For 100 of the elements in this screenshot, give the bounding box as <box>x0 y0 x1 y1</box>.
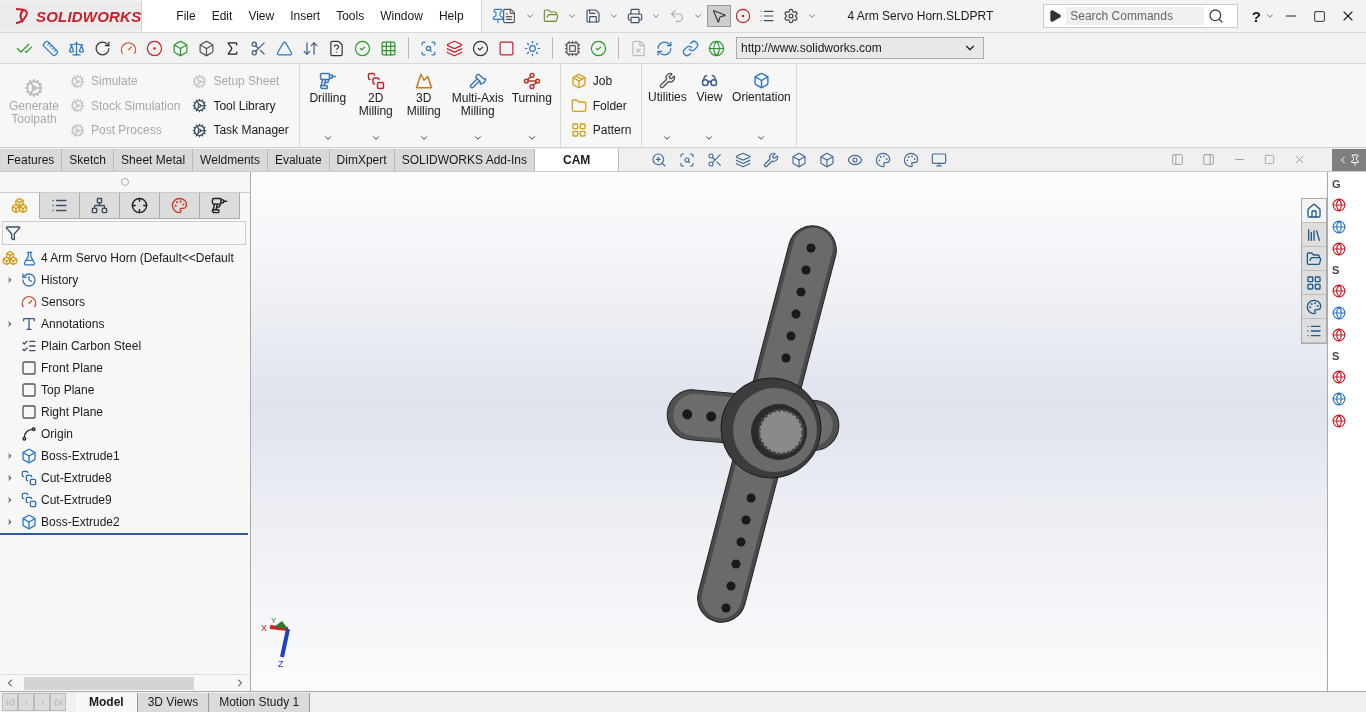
glasses-icon <box>700 72 718 89</box>
operation-button[interactable]: 3D Milling <box>399 68 448 143</box>
menu-item[interactable]: Help <box>430 9 472 23</box>
operation-button[interactable]: Multi-Axis Milling <box>447 68 508 143</box>
gauge-icon <box>21 294 37 310</box>
folder-icon <box>1306 250 1322 267</box>
url-dropdown[interactable]: http://www.solidworks.com <box>736 37 984 59</box>
select-icon[interactable] <box>707 5 732 27</box>
expand-arrow-icon[interactable] <box>5 495 15 505</box>
command-tab[interactable]: Evaluate <box>267 148 330 171</box>
crosshair-tab[interactable] <box>120 193 160 219</box>
operation-button[interactable]: 2D Milling <box>351 68 400 143</box>
section-heading: G <box>1332 178 1341 190</box>
cube-icon <box>752 72 770 89</box>
axis-triad-drawing: X Y Z <box>260 617 298 669</box>
menu-item[interactable]: Edit <box>203 9 241 23</box>
palette-tab[interactable] <box>160 193 200 219</box>
cube-icon <box>21 448 37 464</box>
menu-item[interactable]: Window <box>372 9 431 23</box>
bottom-tab[interactable]: Model <box>76 692 138 712</box>
ribbon-command[interactable]: Tool Library <box>192 94 289 117</box>
tool-button[interactable]: Utilities <box>646 68 689 143</box>
tree-item[interactable]: Sensors <box>41 295 86 309</box>
mountain-icon <box>414 72 433 90</box>
tree-item[interactable]: History <box>41 273 79 287</box>
tree-item[interactable]: Front Plane <box>41 361 104 375</box>
bottom-tab[interactable]: 3D Views <box>137 692 210 712</box>
package-icon <box>570 73 587 89</box>
filter-icon[interactable] <box>5 225 21 241</box>
command-tab[interactable]: Sketch <box>62 148 115 171</box>
home-tab[interactable] <box>1302 199 1326 223</box>
expand-arrow-icon[interactable] <box>5 517 15 527</box>
wrench-icon <box>658 72 676 89</box>
menu-item[interactable]: View <box>240 9 283 23</box>
pin-icon <box>1349 153 1361 166</box>
ribbon-command[interactable]: Task Manager <box>192 119 289 141</box>
ribbon-command[interactable]: Pattern <box>570 119 632 141</box>
search-icon[interactable] <box>1208 8 1225 24</box>
annotation-icon <box>21 316 37 332</box>
ribbon-command[interactable]: Folder <box>570 94 632 117</box>
tree-item[interactable]: Right Plane <box>41 405 104 419</box>
tree-item[interactable]: Plain Carbon Steel <box>41 339 142 353</box>
gear-icon <box>70 73 85 89</box>
gear-icon <box>70 122 85 138</box>
operation-button[interactable]: Turning <box>507 68 556 143</box>
axe-icon <box>468 72 487 90</box>
tree-item[interactable]: Annotations <box>41 317 105 331</box>
tree-tab[interactable] <box>80 193 120 219</box>
expand-arrow-icon[interactable] <box>5 319 15 329</box>
section-heading: S <box>1332 350 1340 362</box>
gear-icon <box>24 78 44 98</box>
tree-icon <box>91 197 108 214</box>
expand-arrow-icon[interactable] <box>5 473 15 483</box>
menu-item[interactable]: Insert <box>282 9 329 23</box>
document-title: 4 Arm Servo Horn.SLDPRT <box>847 9 994 23</box>
tool-button[interactable]: Orientation <box>730 68 793 143</box>
menu-item[interactable]: Tools <box>328 9 373 23</box>
gear-icon <box>192 98 208 113</box>
command-tab[interactable]: CAM <box>535 148 620 171</box>
list-tab[interactable] <box>40 193 80 219</box>
drill-icon <box>211 197 228 214</box>
tool-button[interactable]: View <box>688 68 731 143</box>
tree-item[interactable]: Cut-Extrude9 <box>41 493 112 507</box>
command-tab[interactable]: Weldments <box>193 148 268 171</box>
part-icon <box>11 197 28 214</box>
task-pane-pin-button[interactable] <box>1332 148 1366 171</box>
crosshair-icon <box>131 197 148 214</box>
gear-icon <box>70 98 85 113</box>
tree-item[interactable]: Top Plane <box>41 383 95 397</box>
operation-button[interactable]: Drilling <box>303 68 352 143</box>
search-field[interactable]: Search Commands <box>1043 4 1238 28</box>
tree-item[interactable]: Boss-Extrude2 <box>41 515 120 529</box>
help-button[interactable]: ? <box>1251 7 1261 25</box>
command-tab[interactable]: DimXpert <box>329 148 395 171</box>
ribbon-command[interactable]: Job <box>570 70 632 92</box>
expand-arrow-icon[interactable] <box>5 451 15 461</box>
drill-tab[interactable] <box>200 193 240 219</box>
grid-icon <box>570 122 587 138</box>
expand-arrow-icon[interactable] <box>5 275 15 285</box>
menu-item[interactable]: File <box>168 9 204 23</box>
tree-item[interactable]: Boss-Extrude1 <box>41 449 120 463</box>
horizontal-scrollbar[interactable] <box>0 674 250 691</box>
section-heading: S <box>1332 264 1340 276</box>
home-icon <box>1306 202 1322 219</box>
waypoints-icon <box>522 72 541 90</box>
app-logo: SOLIDWORKS <box>0 1 143 31</box>
part-icon <box>2 250 18 266</box>
command-tab[interactable]: SOLIDWORKS Add-Ins <box>394 148 535 171</box>
tree-root-item[interactable]: 4 Arm Servo Horn (Default<<Default <box>41 251 234 265</box>
tree-item[interactable]: Cut-Extrude8 <box>41 471 112 485</box>
graphics-viewport[interactable]: X Y Z <box>251 172 1327 691</box>
flask-icon <box>22 250 37 266</box>
bottom-tab[interactable]: Motion Study 1 <box>209 692 311 712</box>
drill-icon <box>318 72 337 90</box>
cube-icon <box>21 514 37 530</box>
tree-item[interactable]: Origin <box>41 427 73 441</box>
stacked-squares-icon <box>366 72 385 90</box>
command-tab[interactable]: Features <box>0 148 63 171</box>
history-icon <box>21 272 37 288</box>
command-tab[interactable]: Sheet Metal <box>114 148 194 171</box>
